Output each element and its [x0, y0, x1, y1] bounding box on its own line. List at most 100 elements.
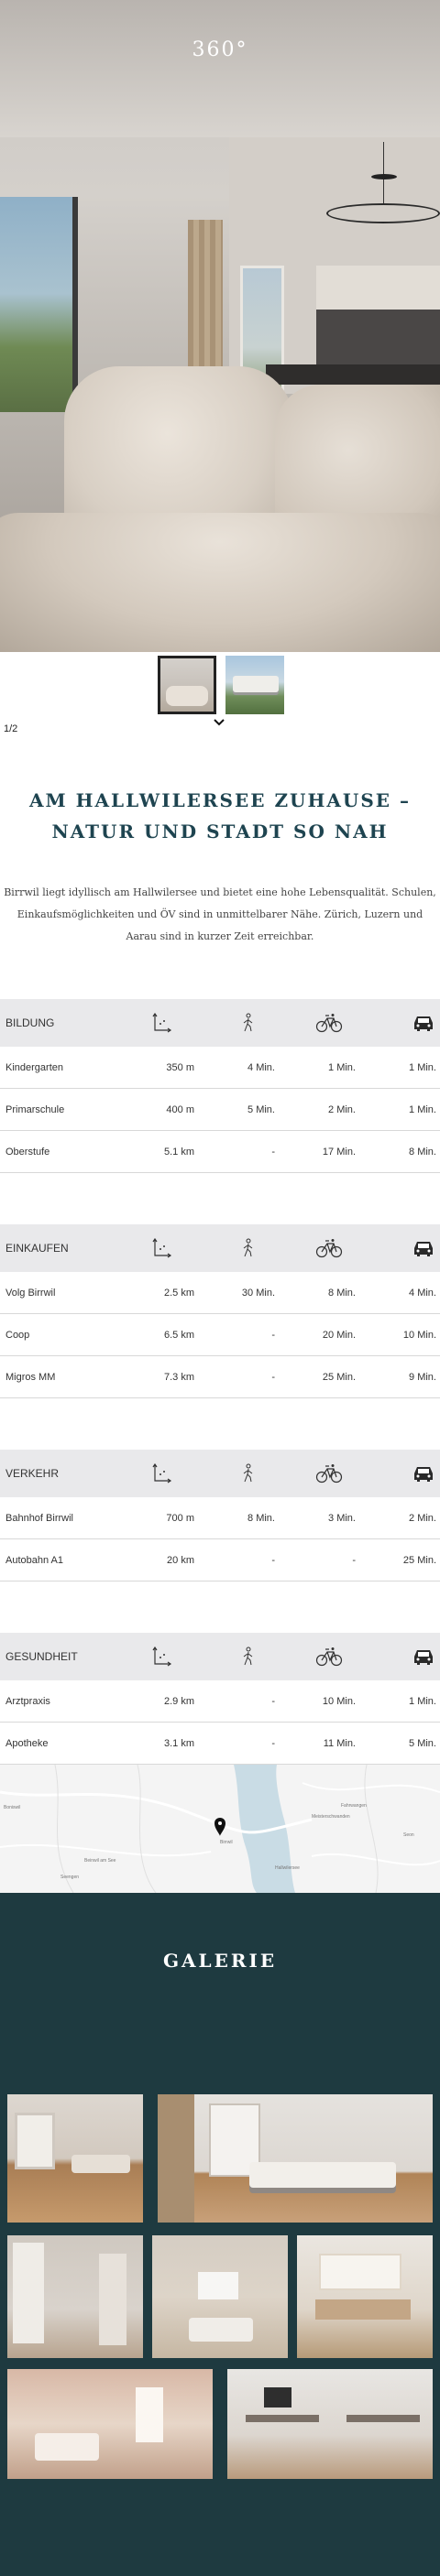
table-cell: 8 Min.: [328, 1287, 356, 1299]
walk-icon: [194, 1647, 275, 1667]
place-name: Coop: [6, 1329, 30, 1341]
table-row: Primarschule 400 m 5 Min. 2 Min. 1 Min.: [0, 1089, 440, 1131]
map-label: Seengen: [60, 1875, 80, 1880]
table-cell: 11 Min.: [323, 1737, 356, 1749]
table-cell: 700 m: [166, 1512, 194, 1524]
hero-window-left: [0, 197, 78, 412]
place-name: Migros MM: [6, 1371, 56, 1383]
gallery-image-living[interactable]: [7, 2094, 143, 2223]
gallery-image-kids-room[interactable]: [7, 2369, 213, 2479]
table-cell: 2.9 km: [163, 1695, 194, 1707]
table-header: BILDUNG: [0, 999, 440, 1047]
table-cell: -: [271, 1554, 275, 1566]
table-cell: 8 Min.: [409, 1146, 436, 1158]
thumbnail-interior[interactable]: [158, 656, 216, 714]
location-map[interactable]: Boniswil Birrwil Meisterschwanden Fahrwa…: [0, 1765, 440, 1893]
table-cell: 5 Min.: [248, 1103, 275, 1115]
table-title: EINKAUFEN: [6, 1242, 69, 1255]
intro-text-line3: Aarau sind in kurzer Zeit erreichbar.: [126, 930, 314, 942]
table-row: Bahnhof Birrwil 700 m 8 Min. 3 Min. 2 Min.: [0, 1497, 440, 1539]
table-cell: -: [271, 1695, 275, 1707]
table-cell: 20 km: [167, 1554, 194, 1566]
thumbnail-exterior[interactable]: [226, 656, 284, 714]
bike-icon: [275, 1463, 356, 1484]
intro-title-line1: AM HALLWILERSEE ZUHAUSE –: [29, 789, 411, 811]
distance-icon: [117, 1013, 194, 1033]
intro-text-line1: Birrwil liegt idyllisch am Hallwilersee …: [4, 886, 436, 898]
table-cell: 25 Min.: [322, 1371, 356, 1383]
table-title: GESUNDHEIT: [6, 1650, 78, 1663]
gallery-image-bathroom-vanity[interactable]: [297, 2235, 433, 2358]
table-cell: -: [271, 1329, 275, 1341]
hero-lamp-top: [371, 174, 397, 179]
map-roads: [0, 1765, 440, 1893]
table-cell: 400 m: [166, 1103, 194, 1115]
place-name: Volg Birrwil: [6, 1287, 56, 1299]
table-title: VERKEHR: [6, 1467, 60, 1480]
map-label: Beinwil am See: [84, 1858, 116, 1864]
table-header: GESUNDHEIT: [0, 1633, 440, 1680]
map-label: Meisterschwanden: [312, 1814, 350, 1820]
table-cell: 30 Min.: [241, 1287, 275, 1299]
intro-title-line2: NATUR UND STADT SO NAH: [51, 821, 389, 842]
gallery-image-hallway[interactable]: [7, 2235, 143, 2358]
hero-kitchen-island: [266, 364, 440, 385]
table-row: Oberstufe 5.1 km - 17 Min. 8 Min.: [0, 1131, 440, 1173]
car-icon: [356, 1238, 440, 1258]
table-header: VERKEHR: [0, 1450, 440, 1497]
table-cell: 7.3 km: [163, 1371, 194, 1383]
distance-tables: BILDUNG Kindergarten 350 m 4 Min. 1 Min. 1 Mi…: [0, 999, 440, 1765]
table-cell: -: [271, 1371, 275, 1383]
map-label: Seon: [403, 1832, 414, 1838]
table-cell: 5.1 km: [163, 1146, 194, 1158]
gallery-image-office[interactable]: [227, 2369, 433, 2479]
place-name: Bahnhof Birrwil: [6, 1512, 73, 1524]
table-gesundheit: GESUNDHEIT Arztpraxis 2.9 km - 10 Min. 1 Min.…: [0, 1633, 440, 1765]
table-einkaufen: EINKAUFEN Volg Birrwil 2.5 km 30 Min. 8 Min.…: [0, 1224, 440, 1398]
place-name: Oberstufe: [6, 1146, 50, 1158]
hero-360-viewer[interactable]: 360°: [0, 0, 440, 652]
map-label: Fahrwangen: [341, 1803, 367, 1809]
table-row: Coop 6.5 km - 20 Min. 10 Min.: [0, 1314, 440, 1356]
table-row: Apotheke 3.1 km - 11 Min. 5 Min.: [0, 1723, 440, 1765]
table-verkehr: VERKEHR Bahnhof Birrwil 700 m 8 Min. 3 Min. 2…: [0, 1450, 440, 1581]
table-bildung: BILDUNG Kindergarten 350 m 4 Min. 1 Min. 1 Mi…: [0, 999, 440, 1173]
hero-ceiling: [0, 0, 440, 137]
table-cell: 1 Min.: [328, 1061, 356, 1073]
table-cell: 2 Min.: [409, 1512, 436, 1524]
table-cell: -: [352, 1554, 356, 1566]
table-row: Kindergarten 350 m 4 Min. 1 Min. 1 Min.: [0, 1047, 440, 1089]
table-cell: 8 Min.: [248, 1512, 275, 1524]
distance-icon: [117, 1463, 194, 1484]
gallery-image-bathroom[interactable]: [152, 2235, 288, 2358]
table-cell: 4 Min.: [248, 1061, 275, 1073]
bike-icon: [275, 1238, 356, 1258]
slide-counter: 1/2: [4, 723, 18, 734]
map-label: Boniswil: [4, 1805, 21, 1810]
place-name: Kindergarten: [6, 1061, 63, 1073]
intro-section: AM HALLWILERSEE ZUHAUSE – NATUR UND STAD…: [0, 785, 440, 948]
intro-text: Birrwil liegt idyllisch am Hallwilersee …: [0, 882, 440, 948]
table-cell: 1 Min.: [409, 1103, 436, 1115]
table-cell: -: [271, 1146, 275, 1158]
table-cell: 20 Min.: [322, 1329, 356, 1341]
table-cell: 1 Min.: [409, 1061, 436, 1073]
hero-lamp-wire: [383, 142, 384, 204]
gallery-title: GALERIE: [162, 1950, 278, 1972]
gallery-section: GALERIE: [0, 1893, 440, 2576]
table-cell: 10 Min.: [322, 1695, 356, 1707]
distance-icon: [117, 1647, 194, 1667]
table-row: Migros MM 7.3 km - 25 Min. 9 Min.: [0, 1356, 440, 1398]
table-header: EINKAUFEN: [0, 1224, 440, 1272]
chevron-down-icon[interactable]: [213, 716, 226, 729]
car-icon: [356, 1013, 440, 1033]
car-icon: [356, 1463, 440, 1484]
table-cell: 4 Min.: [409, 1287, 436, 1299]
gallery-image-bedroom[interactable]: [158, 2094, 433, 2223]
table-cell: 1 Min.: [409, 1695, 436, 1707]
hero-sofa-seat: [0, 513, 440, 652]
table-cell: 9 Min.: [409, 1371, 436, 1383]
table-title: BILDUNG: [6, 1016, 55, 1029]
table-cell: 3 Min.: [328, 1512, 356, 1524]
table-row: Arztpraxis 2.9 km - 10 Min. 1 Min.: [0, 1680, 440, 1723]
